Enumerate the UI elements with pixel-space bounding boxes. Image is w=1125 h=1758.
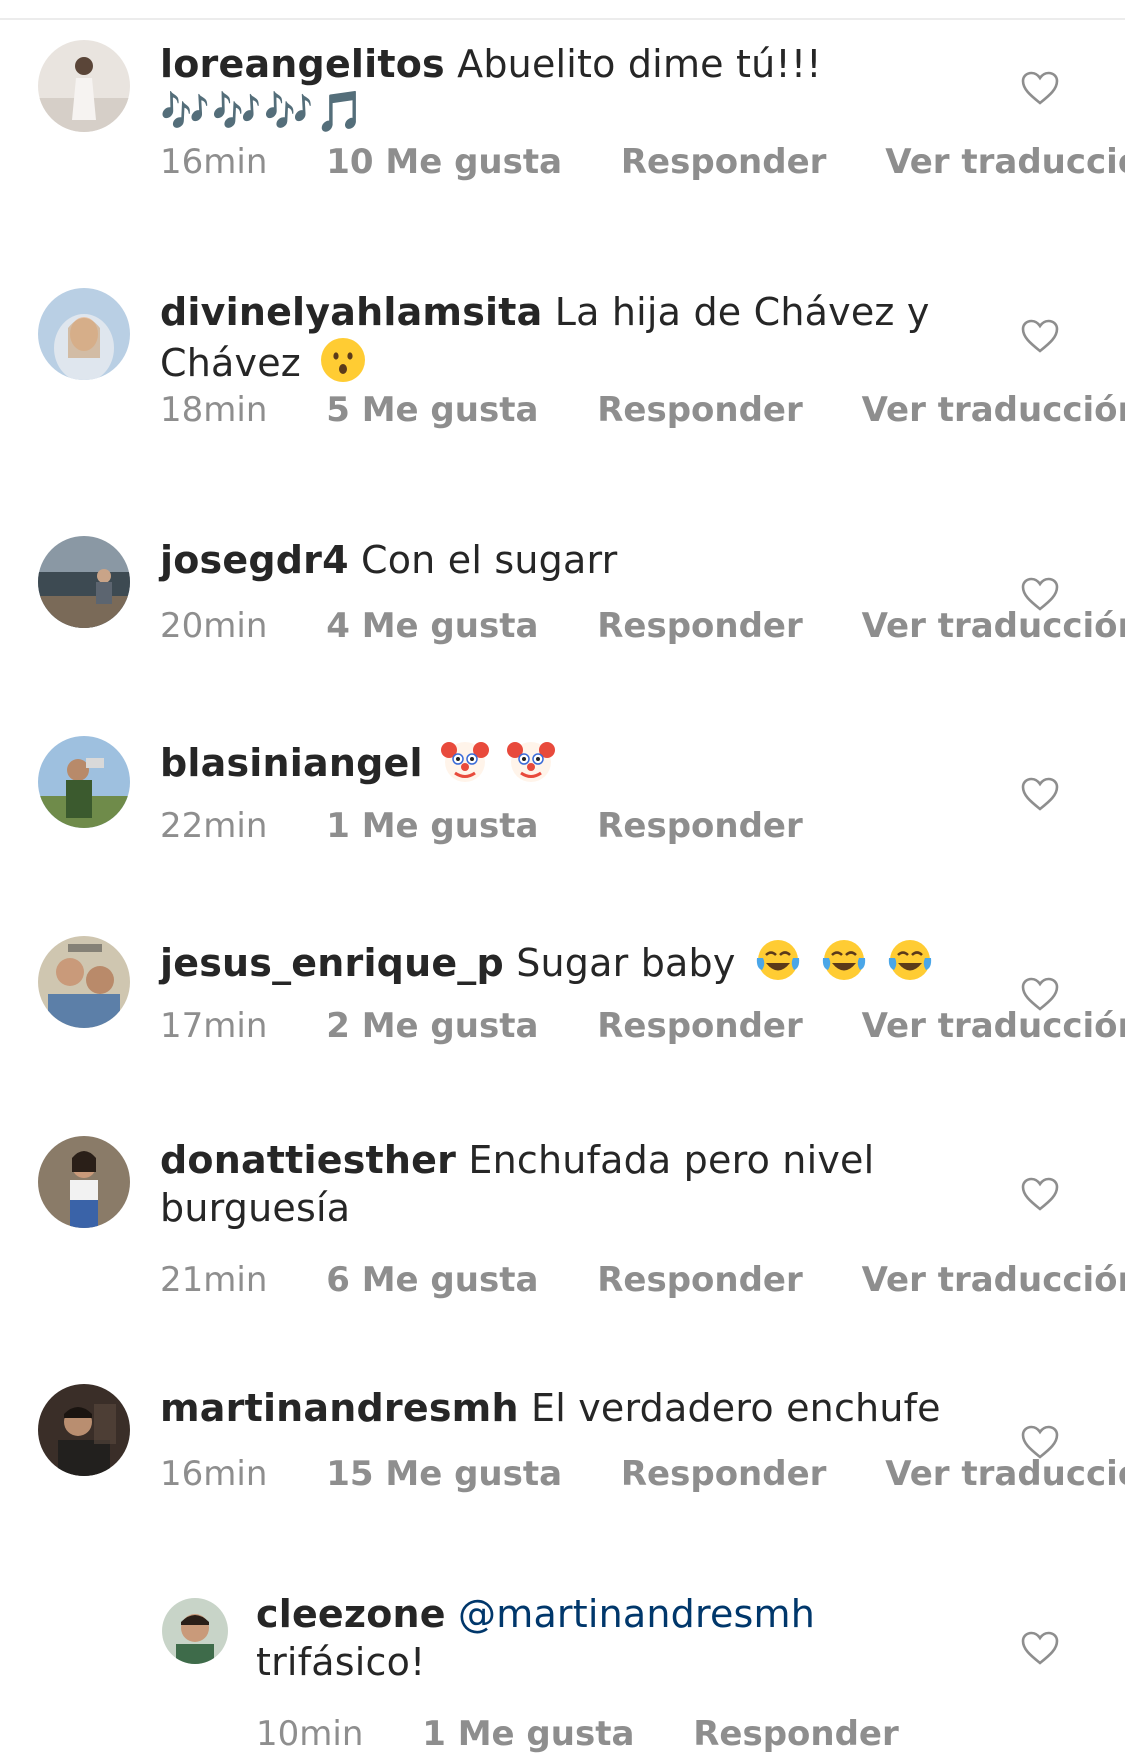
comment-text: blasiniangel	[160, 736, 1000, 787]
likes-count[interactable]: 5 Me gusta	[326, 390, 538, 430]
like-heart-icon[interactable]	[1020, 70, 1060, 106]
like-heart-icon[interactable]	[1020, 318, 1060, 354]
comment-text: loreangelitos Abuelito dime tú!!! 🎶🎶🎶🎵	[160, 40, 1000, 136]
comment-username[interactable]: jesus_enrique_p	[160, 941, 504, 985]
comment-body: La hija de Chávez y	[554, 290, 930, 334]
comment-username[interactable]: cleezone	[256, 1592, 446, 1636]
avatar[interactable]	[38, 1384, 130, 1476]
comment-meta: 16min 15 Me gusta Responder Ver traducci…	[160, 1454, 1125, 1494]
comment-body-line2: burguesía	[160, 1186, 351, 1230]
avatar[interactable]	[162, 1598, 228, 1664]
comment-body: trifásico!	[256, 1640, 426, 1684]
comment-username[interactable]: martinandresmh	[160, 1386, 519, 1430]
comment-text: jesus_enrique_p Sugar baby	[160, 936, 1000, 987]
comment-meta: 20min 4 Me gusta Responder Ver traducció…	[160, 606, 1125, 646]
comment-time: 22min	[160, 806, 268, 846]
likes-count[interactable]: 1 Me gusta	[326, 806, 538, 846]
comment-body: Enchufada pero nivel	[468, 1138, 875, 1182]
comment-body: Abuelito dime tú!!!	[457, 42, 822, 86]
comment-time: 10min	[256, 1714, 364, 1754]
reply-button[interactable]: Responder	[597, 1260, 803, 1300]
tears-of-joy-icon	[754, 936, 802, 984]
comment-body: Con el sugarr	[361, 538, 618, 582]
comment-username[interactable]: loreangelitos	[160, 42, 445, 86]
comment-time: 18min	[160, 390, 268, 430]
comment-time: 20min	[160, 606, 268, 646]
comment-meta: 21min 6 Me gusta Responder Ver traducció…	[160, 1260, 1125, 1300]
comment-meta: 17min 2 Me gusta Responder Ver traducció…	[160, 1006, 1125, 1046]
clown-face-icon	[440, 736, 489, 784]
comment-body: Sugar baby	[516, 941, 736, 985]
comment-text: martinandresmh El verdadero enchufe	[160, 1384, 1000, 1432]
avatar[interactable]	[38, 936, 130, 1028]
tears-of-joy-icon	[886, 936, 934, 984]
clown-face-icon	[507, 736, 556, 784]
like-heart-icon[interactable]	[1020, 1630, 1060, 1666]
comment-text: cleezone @martinandresmh trifásico!	[256, 1590, 996, 1686]
reply-button[interactable]: Responder	[621, 1454, 827, 1494]
likes-count[interactable]: 6 Me gusta	[326, 1260, 538, 1300]
translate-button[interactable]: Ver traducción	[862, 606, 1125, 646]
likes-count[interactable]: 15 Me gusta	[326, 1454, 562, 1494]
reply-button[interactable]: Responder	[597, 1006, 803, 1046]
comment-time: 16min	[160, 142, 268, 182]
reply-button[interactable]: Responder	[597, 390, 803, 430]
comment-meta: 22min 1 Me gusta Responder	[160, 806, 851, 846]
likes-count[interactable]: 1 Me gusta	[422, 1714, 634, 1754]
translate-button[interactable]: Ver traducción	[862, 390, 1125, 430]
comment-body-line2: Chávez	[160, 341, 301, 385]
comment-username[interactable]: josegdr4	[160, 538, 349, 582]
avatar[interactable]	[38, 40, 130, 132]
top-divider	[0, 18, 1125, 20]
reply-button[interactable]: Responder	[597, 606, 803, 646]
comment-emoji-notes: 🎶🎶🎶🎵	[160, 89, 368, 135]
mention-link[interactable]: @martinandresmh	[458, 1592, 815, 1636]
avatar[interactable]	[38, 1136, 130, 1228]
comment-time: 16min	[160, 1454, 268, 1494]
likes-count[interactable]: 10 Me gusta	[326, 142, 562, 182]
comment-body: El verdadero enchufe	[530, 1386, 941, 1430]
tears-of-joy-icon	[820, 936, 868, 984]
translate-button[interactable]: Ver traducción	[885, 1454, 1125, 1494]
comment-username[interactable]: donattiesther	[160, 1138, 456, 1182]
translate-button[interactable]: Ver traducción	[885, 142, 1125, 182]
reply-button[interactable]: Responder	[693, 1714, 899, 1754]
comment-time: 21min	[160, 1260, 268, 1300]
avatar[interactable]	[38, 736, 130, 828]
likes-count[interactable]: 2 Me gusta	[326, 1006, 538, 1046]
comment-meta: 16min 10 Me gusta Responder Ver traducci…	[160, 142, 1125, 182]
comment-meta: 10min 1 Me gusta Responder	[256, 1714, 947, 1754]
like-heart-icon[interactable]	[1020, 1176, 1060, 1212]
comment-username[interactable]: blasiniangel	[160, 741, 423, 785]
comment-meta: 18min 5 Me gusta Responder Ver traducció…	[160, 390, 1125, 430]
comment-username[interactable]: divinelyahlamsita	[160, 290, 542, 334]
reply-button[interactable]: Responder	[597, 806, 803, 846]
likes-count[interactable]: 4 Me gusta	[326, 606, 538, 646]
translate-button[interactable]: Ver traducción	[862, 1006, 1125, 1046]
comment-text: josegdr4 Con el sugarr	[160, 536, 1000, 584]
translate-button[interactable]: Ver traducción	[862, 1260, 1125, 1300]
comment-text: donattiesther Enchufada pero nivel burgu…	[160, 1136, 1000, 1232]
like-heart-icon[interactable]	[1020, 776, 1060, 812]
comment-time: 17min	[160, 1006, 268, 1046]
surprised-face-icon	[319, 336, 367, 384]
reply-button[interactable]: Responder	[621, 142, 827, 182]
avatar[interactable]	[38, 288, 130, 380]
avatar[interactable]	[38, 536, 130, 628]
comment-text: divinelyahlamsita La hija de Chávez y Ch…	[160, 288, 1000, 387]
